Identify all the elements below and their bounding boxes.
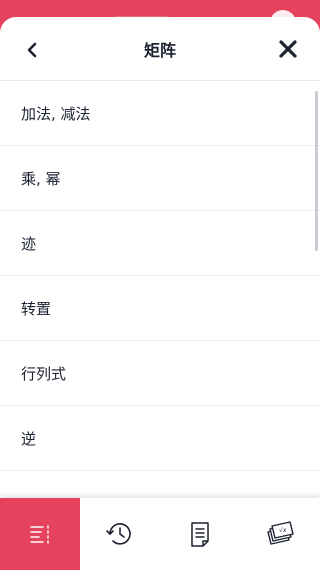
topic-list: 加法, 减法 乘, 幂 迹 转置 行列式 逆 <box>0 81 320 497</box>
list-item-multiply-power[interactable]: 乘, 幂 <box>0 146 320 211</box>
svg-text:√x: √x <box>279 527 287 534</box>
list-item-determinant[interactable]: 行列式 <box>0 341 320 406</box>
back-button[interactable] <box>20 38 44 62</box>
list-item-label: 乘, 幂 <box>21 169 61 188</box>
tab-history[interactable] <box>80 498 160 570</box>
list-item-partial[interactable] <box>0 471 320 497</box>
formula-cards-icon: √x <box>267 521 294 545</box>
history-icon <box>106 523 131 545</box>
list-icon <box>30 525 49 544</box>
list-item-label: 行列式 <box>21 364 67 383</box>
list-item-inverse[interactable]: 逆 <box>0 406 320 471</box>
list-item-transpose[interactable]: 转置 <box>0 276 320 341</box>
tab-notes[interactable] <box>160 498 240 570</box>
page-title: 矩阵 <box>143 40 176 60</box>
list-item-label: 迹 <box>21 234 37 253</box>
tab-formula-cards[interactable]: √x <box>240 498 320 570</box>
list-item-label: 转置 <box>21 299 52 318</box>
list-item-add-subtract[interactable]: 加法, 减法 <box>0 81 320 146</box>
matrix-sheet: 矩阵 加法, 减法 乘, 幂 迹 转置 行列式 逆 <box>0 17 320 570</box>
close-button[interactable] <box>276 37 300 61</box>
close-icon <box>279 40 297 58</box>
chevron-left-icon <box>27 42 37 58</box>
bottom-tabbar: √x <box>0 498 320 570</box>
list-item-trace[interactable]: 迹 <box>0 211 320 276</box>
list-item-label: 逆 <box>21 429 37 448</box>
tab-list[interactable] <box>0 498 80 570</box>
scrollbar[interactable] <box>315 91 318 251</box>
sheet-header: 矩阵 <box>0 17 320 81</box>
document-icon <box>191 522 209 547</box>
list-item-label: 加法, 减法 <box>21 104 91 123</box>
